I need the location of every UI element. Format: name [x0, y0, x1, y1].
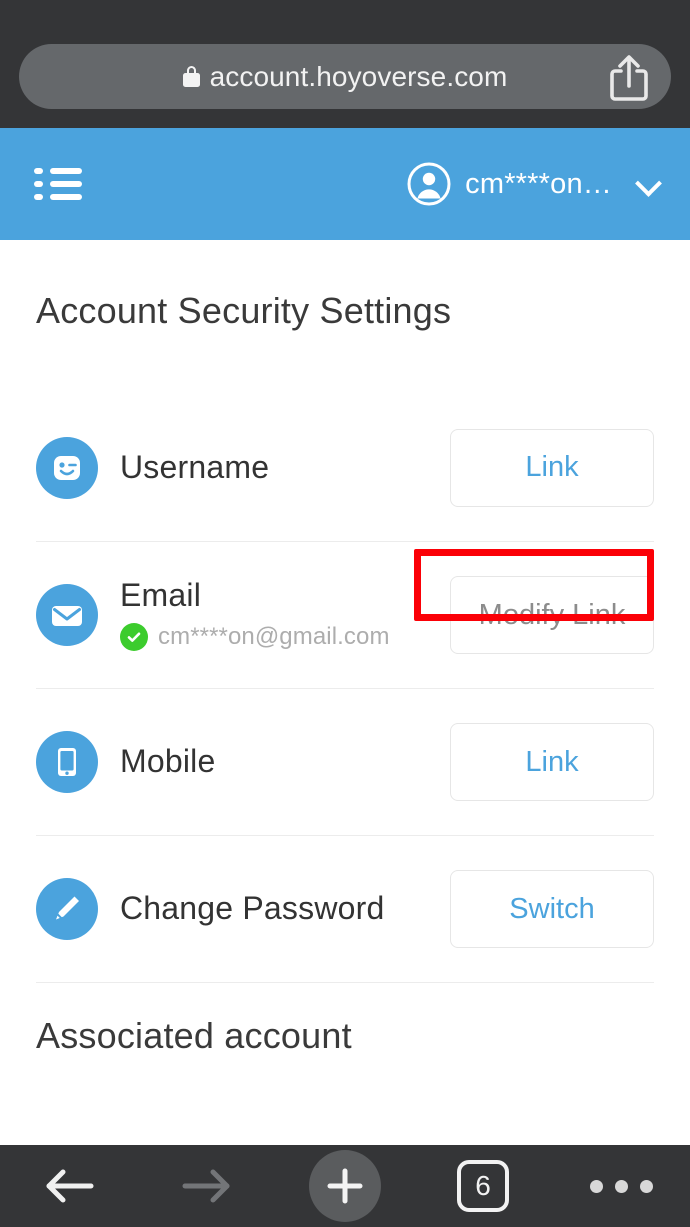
more-options-icon[interactable] [552, 1145, 690, 1227]
table-row[interactable]: Change Password Switch [36, 835, 654, 982]
pencil-icon [36, 878, 98, 940]
verified-check-icon [120, 622, 148, 651]
share-icon[interactable] [607, 52, 651, 102]
row-label: Change Password [120, 890, 385, 927]
row-subtext-block: cm****on@gmail.com [120, 622, 450, 651]
address-bar-content: account.hoyoverse.com [182, 60, 508, 93]
plus-icon [309, 1150, 381, 1222]
browser-bottom-toolbar: 6 [0, 1145, 690, 1227]
forward-arrow-icon[interactable] [138, 1145, 276, 1227]
link-button-username[interactable]: Link [450, 428, 654, 507]
new-tab-button[interactable] [276, 1145, 414, 1227]
associated-account-list: Facebook Link [0, 1115, 690, 1145]
chevron-down-icon [636, 171, 662, 197]
row-text-block: Username [120, 448, 450, 485]
tab-switcher-button[interactable]: 6 [414, 1145, 552, 1227]
tab-count-label: 6 [457, 1160, 509, 1212]
back-arrow-icon[interactable] [0, 1145, 138, 1227]
url-text: account.hoyoverse.com [209, 60, 508, 92]
modify-link-button-email[interactable]: Modify Link [450, 576, 654, 654]
app-header: cm****on… [0, 128, 690, 240]
switch-button-password[interactable]: Switch [450, 870, 654, 948]
browser-top-chrome: account.hoyoverse.com [0, 0, 690, 128]
user-avatar-icon [407, 162, 451, 206]
three-dots [589, 1179, 653, 1193]
table-row[interactable]: Mobile Link [36, 688, 654, 835]
row-label: Email [120, 577, 202, 614]
smiley-face-icon [36, 436, 98, 499]
list-menu-icon[interactable] [34, 168, 82, 201]
email-value: cm****on@gmail.com [158, 622, 390, 650]
row-text-block: Email cm****on@gmail.com [120, 577, 450, 651]
table-row[interactable]: Facebook Link [36, 1115, 654, 1145]
table-row[interactable]: Email cm****on@gmail.com Modify Link [36, 541, 654, 688]
section-divider [36, 982, 654, 983]
lock-icon [182, 66, 200, 87]
address-bar[interactable]: account.hoyoverse.com [19, 44, 671, 109]
mobile-browser-screen: account.hoyoverse.com cm****on… Account … [0, 0, 690, 1227]
account-menu[interactable]: cm****on… [407, 128, 664, 240]
row-label: Username [120, 448, 270, 485]
table-row[interactable]: Username Link [36, 394, 654, 541]
row-text-block: Mobile [120, 743, 450, 780]
envelope-icon [36, 584, 98, 646]
mobile-phone-icon [36, 731, 98, 793]
security-settings-list: Username Link Email cm****on@gmail.com M… [0, 394, 690, 982]
associated-account-heading: Associated account [36, 1015, 352, 1056]
page-content: Account Security Settings Username Link [0, 240, 690, 1145]
page-title: Account Security Settings [36, 290, 452, 331]
row-label: Mobile [120, 743, 216, 780]
account-name-label: cm****on… [465, 167, 612, 200]
row-text-block: Change Password [120, 890, 450, 927]
link-button-mobile[interactable]: Link [450, 723, 654, 801]
